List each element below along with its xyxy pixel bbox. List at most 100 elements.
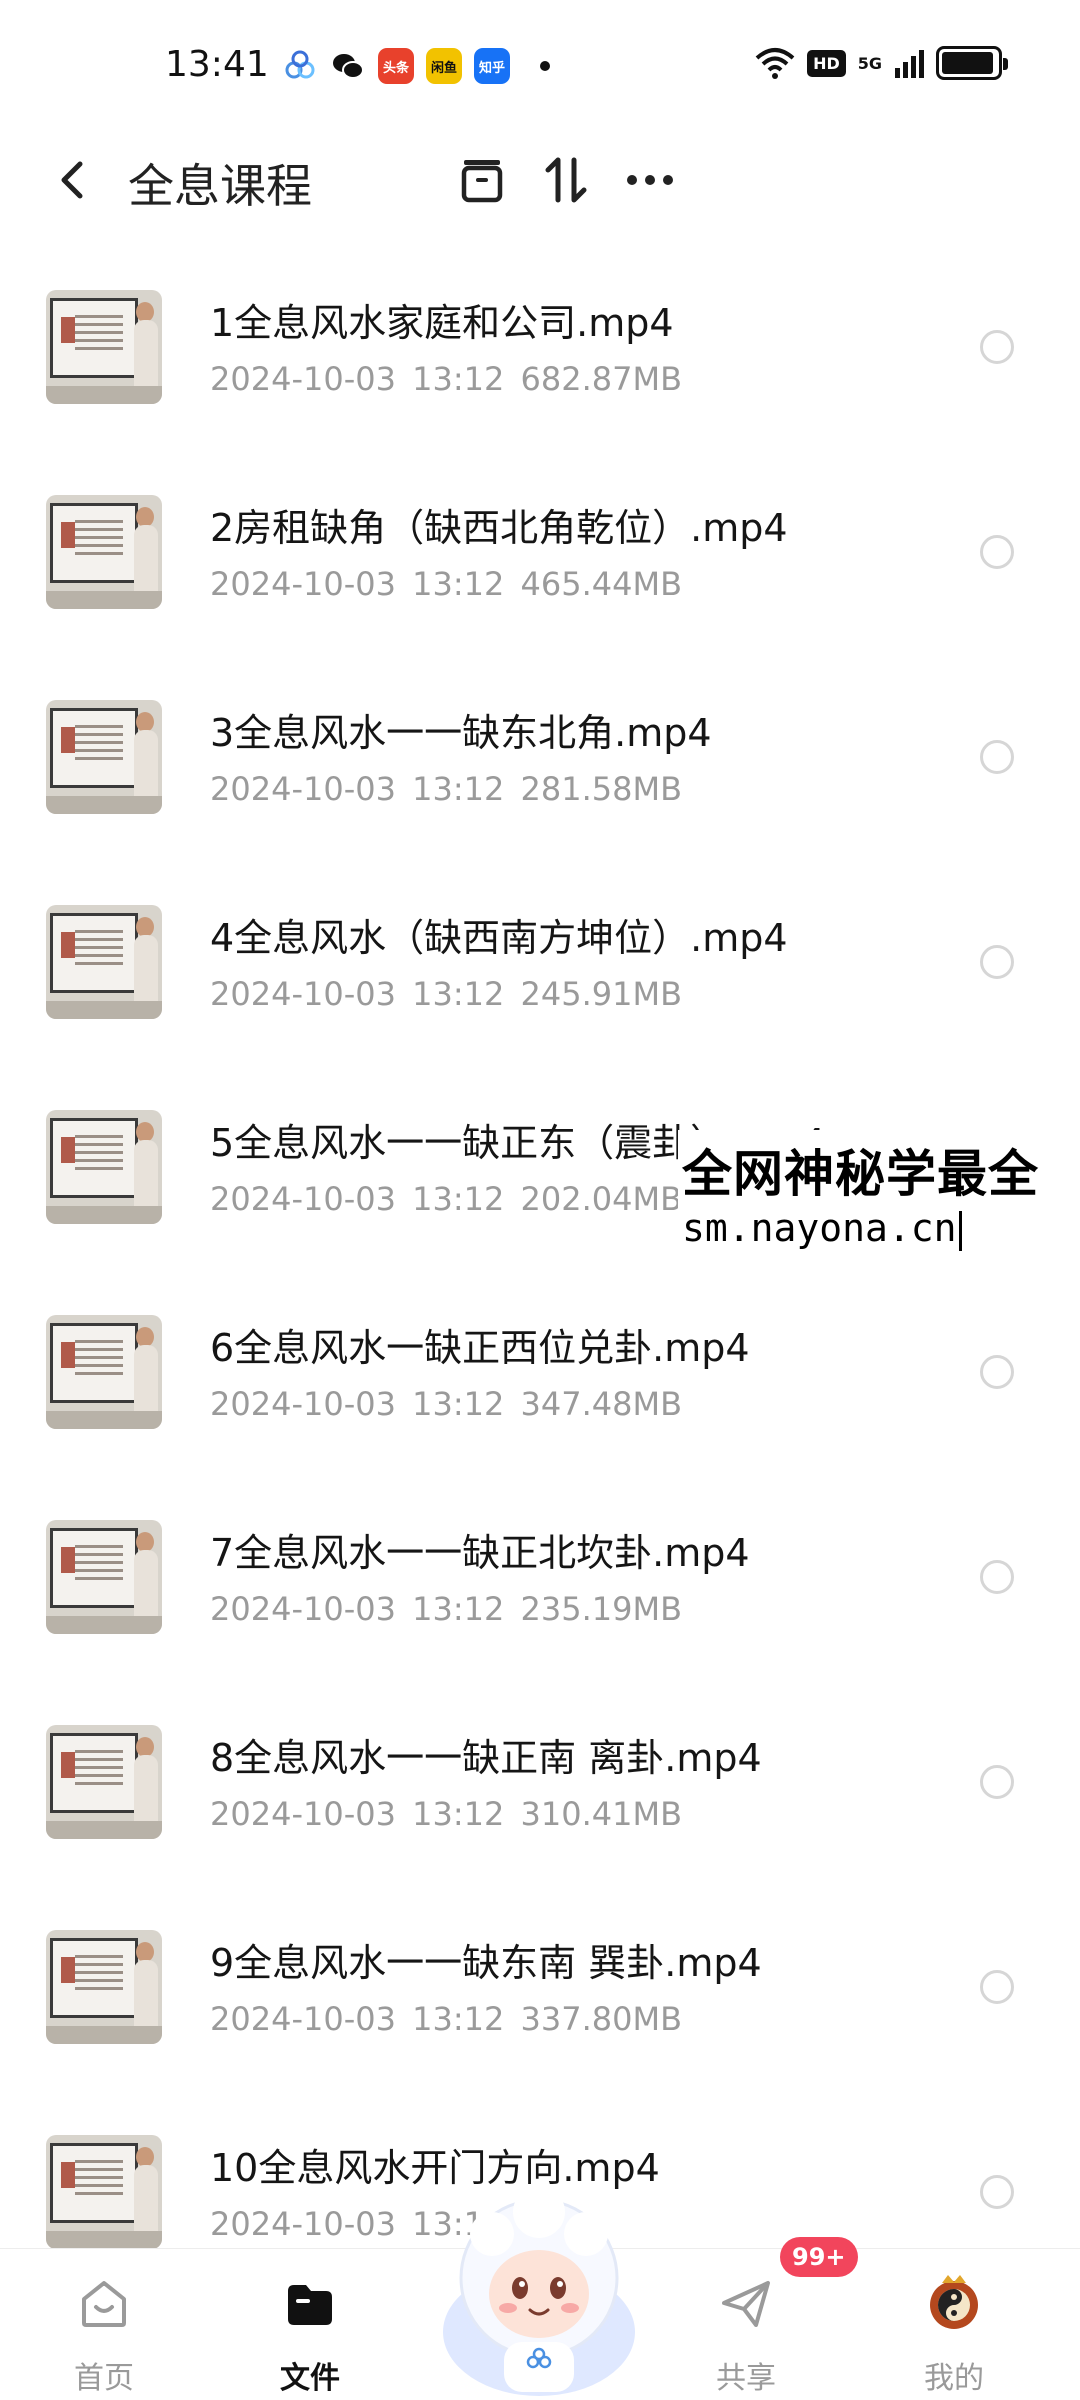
file-date: 2024-10-03 (210, 1795, 396, 1833)
toutiao-icon: 头条 (378, 48, 414, 84)
file-name: 2房租缺角（缺西北角乾位）.mp4 (210, 506, 788, 550)
select-box-icon[interactable] (452, 150, 512, 210)
back-arrow-icon[interactable] (48, 152, 98, 208)
nav-files[interactable]: 文件 (240, 2249, 380, 2400)
avatar-icon (930, 2275, 978, 2329)
select-radio[interactable] (980, 1765, 1014, 1799)
file-size: 202.04MB (520, 1180, 683, 1218)
status-time: 13:41 (165, 44, 269, 85)
file-time: 13:12 (412, 1385, 505, 1423)
file-size: 337.80MB (520, 2000, 683, 2038)
video-thumbnail (46, 1315, 162, 1429)
xianyu-icon: 闲鱼 (426, 48, 462, 84)
file-date: 2024-10-03 (210, 565, 396, 603)
file-meta: 2024-10-03 13:12 245.91MB (210, 975, 682, 1013)
more-notifications-dot (540, 61, 550, 71)
header: 全息课程 (0, 130, 1080, 230)
file-name: 8全息风水一一缺正南 离卦.mp4 (210, 1736, 762, 1780)
file-date: 2024-10-03 (210, 2205, 396, 2243)
file-meta: 2024-10-03 13:12 235.19MB (210, 1590, 682, 1628)
file-meta: 2024-10-03 13:12 337.80MB (210, 2000, 682, 2038)
nav-home-label: 首页 (74, 2361, 134, 2396)
nav-files-label: 文件 (280, 2361, 340, 2396)
file-name: 1全息风水家庭和公司.mp4 (210, 301, 674, 345)
folder-icon (288, 2285, 332, 2325)
file-time: 13:12 (412, 2000, 505, 2038)
nav-share-label: 共享 (716, 2361, 776, 2396)
file-row[interactable]: 6全息风水一缺正西位兑卦.mp4 2024-10-03 13:12 347.48M… (0, 1255, 1080, 1459)
watermark: 全网神秘学最全 sm.nayona.cn (678, 1130, 1080, 1260)
file-date: 2024-10-03 (210, 1385, 396, 1423)
video-thumbnail (46, 2135, 162, 2249)
file-date: 2024-10-03 (210, 1590, 396, 1628)
file-meta: 2024-10-03 13:12 281.58MB (210, 770, 682, 808)
file-time: 13:12 (412, 565, 505, 603)
file-row[interactable]: 9全息风水一一缺东南 巽卦.mp4 2024-10-03 13:12 337.80… (0, 1870, 1080, 2074)
file-time: 13:12 (412, 770, 505, 808)
cloud-icon (282, 48, 318, 84)
file-meta: 2024-10-03 13:12 202.04MB (210, 1180, 682, 1218)
more-options-icon[interactable] (620, 150, 680, 210)
select-radio[interactable] (980, 740, 1014, 774)
file-name: 3全息风水一一缺东北角.mp4 (210, 711, 712, 755)
file-date: 2024-10-03 (210, 2000, 396, 2038)
select-radio[interactable] (980, 1970, 1014, 2004)
file-meta: 2024-10-03 13:12 310.41MB (210, 1795, 682, 1833)
file-row[interactable]: 4全息风水（缺西南方坤位）.mp4 2024-10-03 13:12 245.91… (0, 845, 1080, 1049)
ai-assistant-mascot-icon[interactable] (432, 2182, 646, 2400)
select-radio[interactable] (980, 2175, 1014, 2209)
watermark-text: 全网神秘学最全 (682, 1145, 1039, 1203)
share-plane-icon (722, 2281, 770, 2327)
file-time: 13:12 (412, 1590, 505, 1628)
video-thumbnail (46, 1725, 162, 1839)
file-row[interactable]: 8全息风水一一缺正南 离卦.mp4 2024-10-03 13:12 310.41… (0, 1665, 1080, 1869)
sort-icon[interactable] (536, 150, 596, 210)
select-radio[interactable] (980, 330, 1014, 364)
file-meta: 2024-10-03 13:12 682.87MB (210, 360, 682, 398)
file-time: 13:12 (412, 1180, 505, 1218)
select-radio[interactable] (980, 1355, 1014, 1389)
file-size: 682.87MB (520, 360, 683, 398)
file-time: 13:12 (412, 975, 505, 1013)
video-thumbnail (46, 495, 162, 609)
status-bar: 13:41 头条 闲鱼 知乎 HD 5G (0, 0, 1080, 130)
signal-icon (895, 50, 924, 78)
status-indicators: HD 5G (755, 46, 1008, 80)
select-radio[interactable] (980, 945, 1014, 979)
file-time: 13:12 (412, 1795, 505, 1833)
file-size: 281.58MB (520, 770, 683, 808)
file-meta: 2024-10-03 13:12 465.44MB (210, 565, 682, 603)
file-meta: 2024-10-03 13:12 347.48MB (210, 1385, 682, 1423)
file-date: 2024-10-03 (210, 1180, 396, 1218)
file-row[interactable]: 1全息风水家庭和公司.mp4 2024-10-03 13:12 682.87MB (0, 230, 1080, 434)
video-thumbnail (46, 905, 162, 1019)
file-size: 465.44MB (520, 565, 683, 603)
video-thumbnail (46, 1930, 162, 2044)
video-thumbnail (46, 1520, 162, 1634)
file-name: 6全息风水一缺正西位兑卦.mp4 (210, 1326, 750, 1370)
share-count-badge: 99+ (780, 2237, 858, 2277)
file-size: 310.41MB (520, 1795, 683, 1833)
wifi-icon (755, 48, 795, 79)
watermark-url: sm.nayona.cn (682, 1206, 962, 1251)
file-name: 7全息风水一一缺正北坎卦.mp4 (210, 1531, 750, 1575)
file-row[interactable]: 3全息风水一一缺东北角.mp4 2024-10-03 13:12 281.58MB (0, 640, 1080, 844)
wechat-icon (330, 48, 366, 84)
file-name: 4全息风水（缺西南方坤位）.mp4 (210, 916, 788, 960)
nav-home[interactable]: 首页 (34, 2249, 174, 2400)
status-app-icons: 头条 闲鱼 知乎 (282, 48, 550, 84)
select-radio[interactable] (980, 1560, 1014, 1594)
file-row[interactable]: 2房租缺角（缺西北角乾位）.mp4 2024-10-03 13:12 465.44… (0, 435, 1080, 639)
file-size: 347.48MB (520, 1385, 683, 1423)
select-radio[interactable] (980, 535, 1014, 569)
battery-icon (936, 46, 1008, 80)
file-row[interactable]: 7全息风水一一缺正北坎卦.mp4 2024-10-03 13:12 235.19M… (0, 1460, 1080, 1664)
file-size: 235.19MB (520, 1590, 683, 1628)
home-icon (82, 2281, 126, 2327)
video-thumbnail (46, 700, 162, 814)
zhihu-icon: 知乎 (474, 48, 510, 84)
nav-me[interactable]: 我的 (884, 2249, 1024, 2400)
video-thumbnail (46, 1110, 162, 1224)
video-thumbnail (46, 290, 162, 404)
file-date: 2024-10-03 (210, 360, 396, 398)
